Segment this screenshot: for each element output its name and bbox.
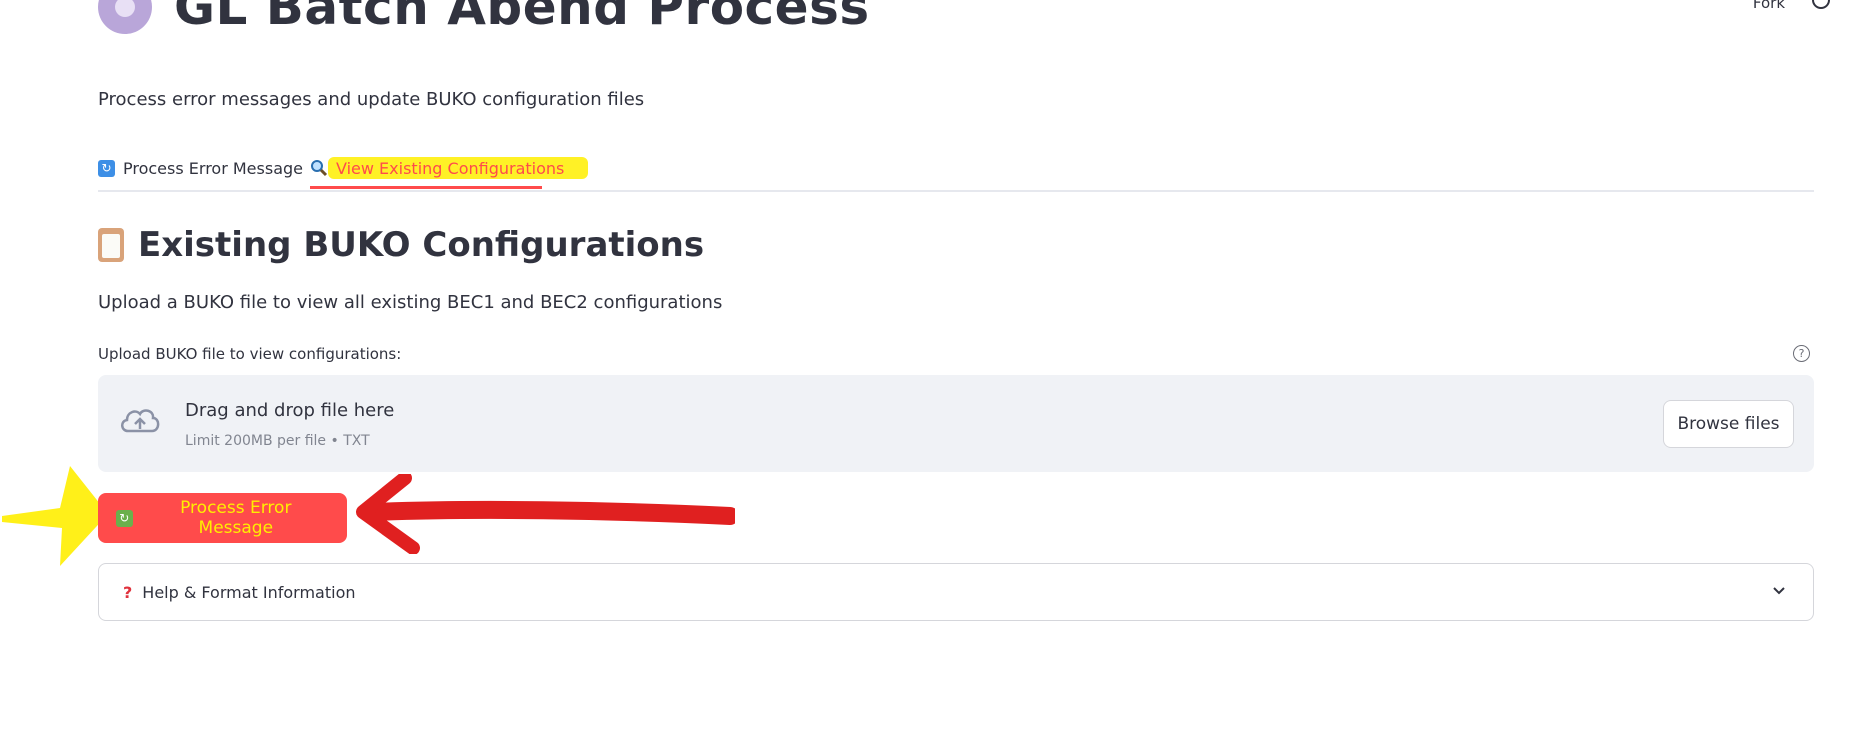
tab-bar: ↻ Process Error Message View Existing Co… <box>98 148 1814 192</box>
expander-label: Help & Format Information <box>142 582 356 602</box>
tab-label: View Existing Configurations <box>336 158 565 178</box>
page-subtitle: Process error messages and update BUKO c… <box>98 89 645 110</box>
question-icon: ? <box>123 582 133 602</box>
help-format-expander[interactable]: ? Help & Format Information <box>98 563 1814 621</box>
section-title: Existing BUKO Configurations <box>138 225 705 265</box>
red-arrow-annotation <box>356 474 735 554</box>
help-tooltip-icon[interactable]: ? <box>1793 345 1810 362</box>
cloud-upload-icon <box>118 403 162 441</box>
refresh-icon: ↻ <box>98 159 115 177</box>
github-icon[interactable] <box>1811 0 1831 15</box>
dropzone-limit: Limit 200MB per file • TXT <box>185 433 370 449</box>
page-title: GL Batch Abend Process <box>174 0 870 36</box>
tab-process-error-message[interactable]: ↻ Process Error Message <box>98 148 303 188</box>
clipboard-icon <box>98 228 124 262</box>
title-row: GL Batch Abend Process <box>98 0 870 36</box>
chevron-down-icon[interactable] <box>1771 582 1787 602</box>
yellow-arrow-annotation <box>2 466 108 566</box>
dropzone-title: Drag and drop file here <box>185 400 395 421</box>
section-description: Upload a BUKO file to view all existing … <box>98 292 723 313</box>
refresh-icon: ↻ <box>116 509 133 527</box>
top-right-toolbar: Fork <box>1753 0 1831 15</box>
process-button-label: Process Error Message <box>180 498 292 538</box>
browse-files-button[interactable]: Browse files <box>1663 400 1794 448</box>
tab-view-existing-configurations[interactable]: View Existing Configurations <box>310 148 564 188</box>
fork-label[interactable]: Fork <box>1753 0 1785 12</box>
uploader-label: Upload BUKO file to view configurations: <box>98 345 402 363</box>
file-dropzone[interactable]: Drag and drop file here Limit 200MB per … <box>98 375 1814 472</box>
magnifier-icon <box>310 159 328 177</box>
gear-icon <box>98 0 152 34</box>
section-heading: Existing BUKO Configurations <box>98 225 704 265</box>
app-page: Fork GL Batch Abend Process Process erro… <box>0 0 1851 737</box>
tab-label: Process Error Message <box>123 158 303 178</box>
active-tab-indicator <box>310 186 542 189</box>
process-error-message-button[interactable]: ↻ Process Error Message <box>98 493 347 543</box>
